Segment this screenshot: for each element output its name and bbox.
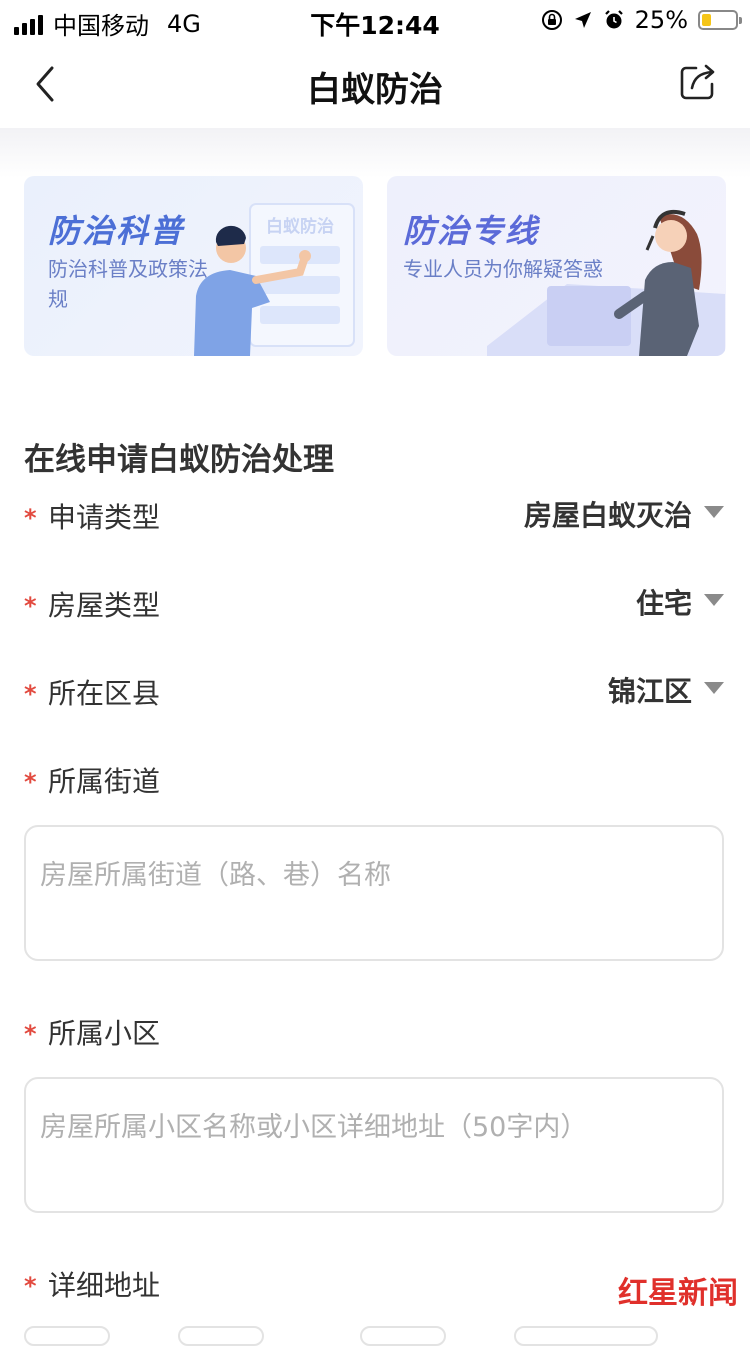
card-hotline[interactable]: 防治专线 专业人员为你解疑答惑 <box>387 176 726 356</box>
required-mark: * <box>24 592 37 620</box>
select-value[interactable]: 锦江区 <box>608 670 692 714</box>
field-label: 所在区县 <box>48 677 161 710</box>
location-icon <box>574 12 591 28</box>
field-house-type[interactable]: * 房屋类型 住宅 <box>24 578 726 638</box>
field-label: 详细地址 <box>48 1269 161 1302</box>
page-title: 白蚁防治 <box>307 70 443 110</box>
dropdown-caret-icon[interactable] <box>704 506 724 518</box>
field-label: 申请类型 <box>48 501 161 534</box>
header-divider <box>0 128 750 178</box>
field-street-label-row: * 所属街道 <box>24 754 726 814</box>
field-district[interactable]: * 所在区县 锦江区 <box>24 666 726 726</box>
field-label: 所属街道 <box>48 765 161 798</box>
status-bar: 中国移动 4G 下午12:44 25% <box>0 0 750 40</box>
required-mark: * <box>24 1272 37 1300</box>
field-community-label-row: * 所属小区 <box>24 1006 726 1066</box>
board-text: 白蚁防治 <box>266 216 334 237</box>
card-subtitle: 防治科普及政策法规 <box>48 257 208 311</box>
community-field[interactable] <box>24 1077 724 1213</box>
card-subtitle: 专业人员为你解疑答惑 <box>403 257 603 281</box>
street-field[interactable] <box>24 825 724 961</box>
dropdown-caret-icon[interactable] <box>704 594 724 606</box>
select-value[interactable]: 房屋白蚁灭治 <box>524 494 692 538</box>
battery-icon <box>698 10 742 30</box>
status-right: 25% <box>541 6 742 34</box>
required-mark: * <box>24 504 37 532</box>
field-label: 房屋类型 <box>48 589 161 622</box>
address-select-street[interactable] <box>514 1326 658 1346</box>
alarm-icon <box>604 10 623 29</box>
required-mark: * <box>24 768 37 796</box>
select-value[interactable]: 住宅 <box>636 582 692 626</box>
field-apply-type[interactable]: * 申请类型 房屋白蚁灭治 <box>24 490 726 550</box>
card-science[interactable]: 防治科普 防治科普及政策法规 白蚁防治 <box>24 176 363 356</box>
address-select-city[interactable] <box>178 1326 264 1346</box>
watermark-logo: 红星新闻 <box>618 1276 738 1311</box>
dropdown-caret-icon[interactable] <box>704 682 724 694</box>
community-input[interactable] <box>26 1079 722 1211</box>
rotation-lock-icon <box>541 10 562 30</box>
address-select-province[interactable] <box>24 1326 110 1346</box>
required-mark: * <box>24 1020 37 1048</box>
nav-bar: 白蚁防治 <box>0 40 750 128</box>
form-section-title: 在线申请白蚁防治处理 <box>24 442 334 478</box>
address-select-district[interactable] <box>360 1326 446 1346</box>
field-label: 所属小区 <box>48 1017 161 1050</box>
street-input[interactable] <box>26 827 722 959</box>
card-title: 防治专线 <box>403 212 540 250</box>
required-mark: * <box>24 680 37 708</box>
card-title: 防治科普 <box>48 212 185 250</box>
battery-percent: 25% <box>634 6 688 34</box>
share-icon[interactable] <box>676 60 720 104</box>
